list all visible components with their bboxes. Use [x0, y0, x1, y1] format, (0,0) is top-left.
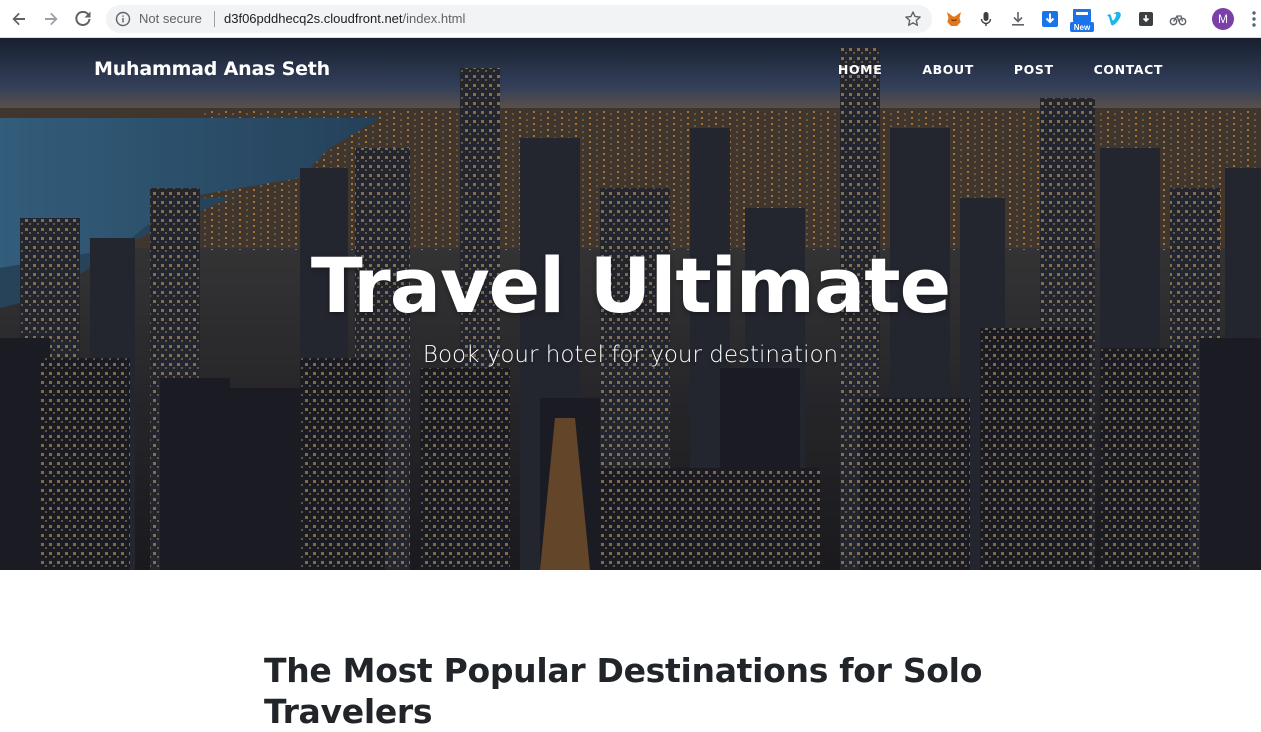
browser-menu-icon[interactable] [1250, 9, 1258, 29]
url-text[interactable]: d3f06pddhecq2s.cloudfront.net/index.html [224, 11, 465, 27]
new-badge-icon[interactable]: New [1070, 8, 1094, 32]
new-badge-label: New [1074, 23, 1091, 32]
security-status[interactable]: Not secure [139, 11, 202, 27]
forward-arrow-icon[interactable] [41, 9, 61, 29]
address-separator [214, 11, 215, 27]
browser-toolbar: Not secure d3f06pddhecq2s.cloudfront.net… [0, 0, 1261, 38]
vimeo-icon[interactable] [1104, 9, 1124, 29]
address-bar[interactable]: Not secure d3f06pddhecq2s.cloudfront.net… [106, 5, 932, 33]
microphone-icon[interactable] [976, 9, 996, 29]
download-arrow-icon[interactable] [1040, 9, 1060, 29]
save-icon[interactable] [1136, 9, 1156, 29]
bookmark-star-icon[interactable] [904, 10, 922, 28]
nav-post[interactable]: POST [1014, 62, 1054, 77]
nav-home[interactable]: HOME [838, 62, 882, 77]
main-nav: HOME ABOUT POST CONTACT [798, 62, 1163, 77]
profile-avatar[interactable]: M [1212, 8, 1234, 30]
nav-contact[interactable]: CONTACT [1094, 62, 1163, 77]
back-arrow-icon[interactable] [9, 9, 29, 29]
post-title[interactable]: The Most Popular Destinations for Solo T… [264, 650, 1024, 732]
hero-subtitle: Book your hotel for your destination [422, 342, 839, 368]
hero-title: Travel Ultimate [310, 241, 951, 330]
url-host: d3f06pddhecq2s.cloudfront.net [224, 11, 403, 26]
nav-about[interactable]: ABOUT [922, 62, 974, 77]
info-icon[interactable] [115, 11, 131, 27]
url-path: /index.html [402, 11, 466, 26]
cyclist-icon[interactable] [1168, 9, 1188, 29]
download-icon[interactable] [1008, 9, 1028, 29]
site-brand[interactable]: Muhammad Anas Seth [94, 58, 330, 80]
metamask-fox-icon[interactable] [944, 9, 964, 29]
hero-header: Muhammad Anas Seth HOME ABOUT POST CONTA… [0, 38, 1261, 570]
reload-icon[interactable] [73, 9, 93, 29]
